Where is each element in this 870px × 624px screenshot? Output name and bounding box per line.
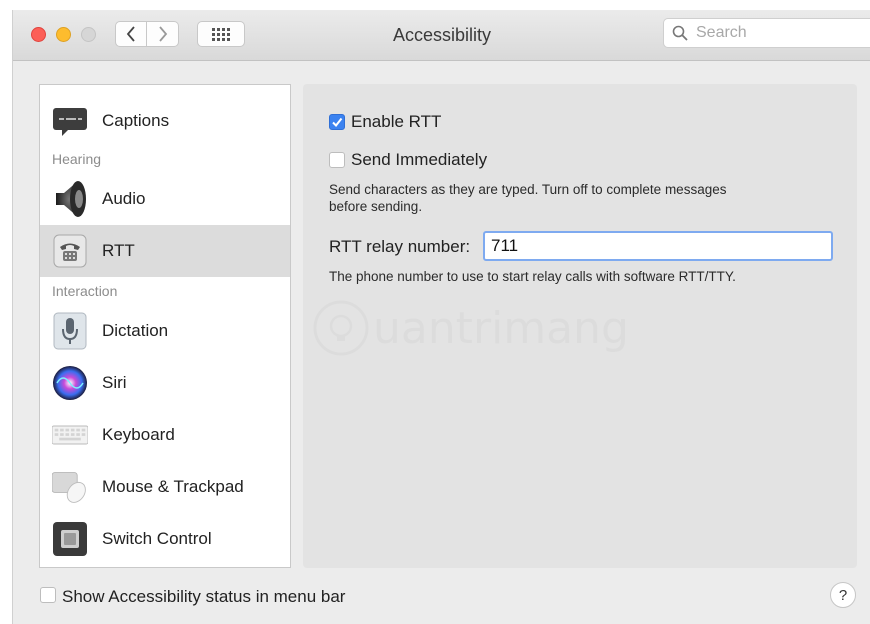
sidebar-item-rtt[interactable]: RTT: [40, 225, 290, 277]
sidebar-item-captions[interactable]: Captions: [40, 95, 290, 147]
relay-number-input[interactable]: [483, 231, 833, 261]
sidebar-item-keyboard[interactable]: Keyboard: [40, 409, 290, 461]
sidebar-item-label: Dictation: [102, 321, 169, 340]
enable-rtt-checkbox[interactable]: [329, 114, 345, 130]
search-input[interactable]: [694, 23, 858, 43]
send-description: Send characters as they are typed. Turn …: [329, 181, 726, 215]
switch-icon: [52, 521, 88, 557]
help-button[interactable]: ?: [830, 582, 856, 608]
sidebar-item-switch-control[interactable]: Switch Control: [40, 513, 290, 565]
keyboard-icon: [52, 417, 88, 453]
send-immediately-label: Send Immediately: [351, 150, 488, 169]
watermark-text: uantrimang: [373, 302, 629, 354]
sidebar-item-label: Switch Control: [102, 529, 212, 548]
lightbulb-icon: [313, 300, 369, 356]
relay-description: The phone number to use to start relay c…: [329, 269, 736, 284]
preferences-window: Accessibility Captions Hearing Audio RTT…: [12, 10, 870, 624]
mouse-icon: [52, 469, 88, 505]
sidebar-item-label: RTT: [102, 241, 135, 260]
sidebar-item-mouse-trackpad[interactable]: Mouse & Trackpad: [40, 461, 290, 513]
watermark: uantrimang: [313, 300, 629, 356]
speaker-icon: [52, 181, 88, 217]
sidebar-item-label: Mouse & Trackpad: [102, 477, 244, 496]
sidebar-item-label: Keyboard: [102, 425, 175, 444]
section-interaction: Interaction: [52, 283, 118, 299]
send-description-line: before sending.: [329, 199, 423, 214]
sidebar-item-audio[interactable]: Audio: [40, 173, 290, 225]
enable-rtt-label: Enable RTT: [351, 112, 442, 131]
section-hearing: Hearing: [52, 151, 102, 167]
sidebar-item-label: Siri: [102, 373, 127, 392]
checkmark-icon: [332, 117, 343, 128]
sidebar-item-dictation[interactable]: Dictation: [40, 305, 290, 357]
show-status-label: Show Accessibility status in menu bar: [62, 587, 346, 606]
captions-icon: [52, 103, 88, 139]
microphone-icon: [52, 312, 88, 350]
relay-number-label: RTT relay number:: [329, 237, 471, 256]
sidebar-item-label: Audio: [102, 189, 146, 208]
search-icon: [672, 25, 688, 41]
sidebar: Captions Hearing Audio RTT Interaction D…: [39, 84, 291, 568]
siri-icon: [52, 365, 88, 401]
search-field[interactable]: [663, 18, 870, 48]
sidebar-item-siri[interactable]: Siri: [40, 357, 290, 409]
send-description-line: Send characters as they are typed. Turn …: [329, 182, 727, 197]
sidebar-item-label: Captions: [102, 111, 170, 130]
title-bar: Accessibility: [13, 10, 870, 61]
send-immediately-checkbox[interactable]: [329, 152, 345, 168]
phone-icon: [52, 233, 88, 269]
show-status-checkbox[interactable]: [40, 587, 56, 603]
